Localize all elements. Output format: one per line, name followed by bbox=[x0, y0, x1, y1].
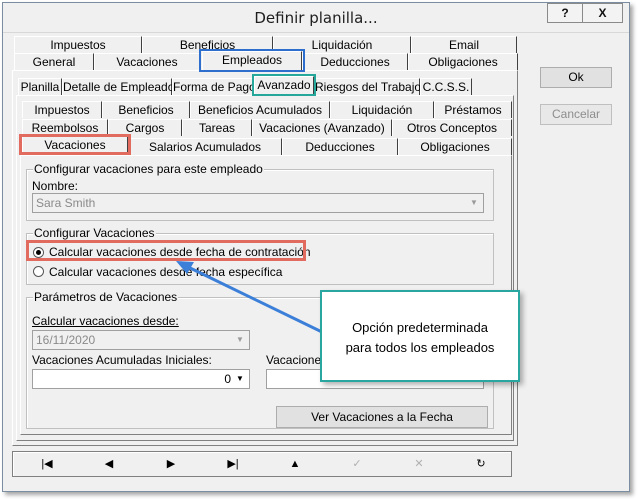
callout-box: Opción predeterminada para todos los emp… bbox=[320, 290, 520, 382]
callout-text: Opción predeterminada para todos los emp… bbox=[345, 320, 495, 355]
callout-arrow bbox=[176, 261, 323, 334]
